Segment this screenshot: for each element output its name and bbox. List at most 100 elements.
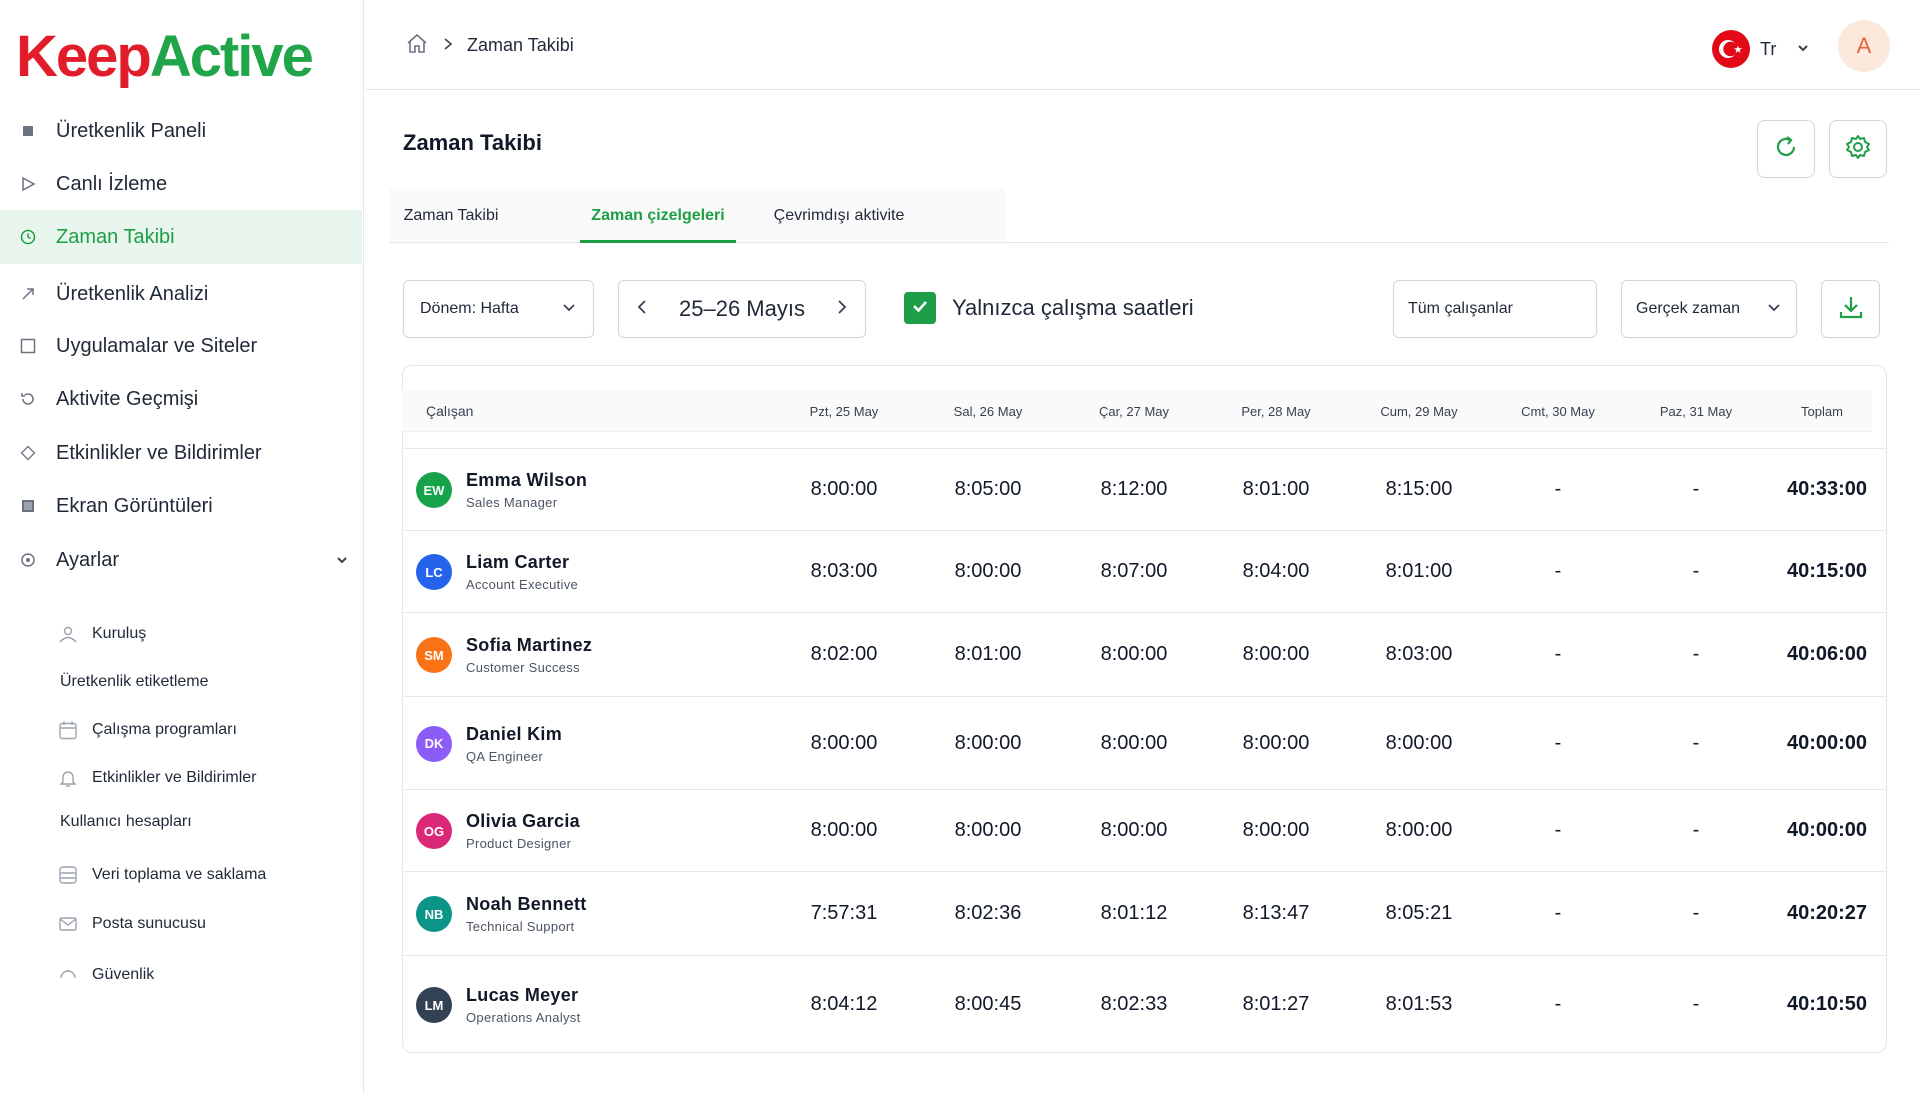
column-header-total: Toplam bbox=[1801, 403, 1843, 419]
day-duration-cell: 8:00:00 bbox=[810, 478, 878, 500]
sidebar-item-screenshots[interactable]: Ekran Görüntüleri bbox=[0, 480, 362, 532]
sidebar-item-apps-sites[interactable]: Uygulamalar ve Siteler bbox=[0, 320, 362, 372]
calendar-icon bbox=[58, 720, 92, 740]
table-row[interactable]: EW Emma Wilson Sales Manager 8:00:00 8:05:00… bbox=[402, 448, 1887, 530]
checkmark-icon bbox=[910, 296, 930, 321]
day-duration-cell: 8:03:00 bbox=[810, 560, 878, 582]
settings-sub-label: Üretkenlik etiketleme bbox=[60, 673, 209, 690]
tab-time-tracking[interactable]: Zaman Takibi bbox=[389, 188, 513, 244]
settings-button[interactable] bbox=[1829, 120, 1887, 178]
employee-cell: EW Emma Wilson Sales Manager bbox=[416, 449, 587, 531]
day-duration-cell: 8:01:27 bbox=[1242, 993, 1310, 1015]
settings-sub-mail-server[interactable]: Posta sunucusu bbox=[58, 906, 206, 942]
settings-sub-user-accounts[interactable]: Kullanıcı hesapları bbox=[60, 804, 192, 840]
employee-role: Customer Success bbox=[466, 660, 580, 675]
time-mode-select[interactable]: Gerçek zaman bbox=[1621, 280, 1797, 338]
column-header-day: Cum, 29 May bbox=[1380, 403, 1458, 419]
previous-period-button[interactable] bbox=[635, 298, 649, 321]
sidebar-item-productivity-analysis[interactable]: Üretkenlik Analizi bbox=[0, 268, 362, 320]
refresh-button[interactable] bbox=[1757, 120, 1815, 178]
employee-name[interactable]: Sofia Martinez bbox=[466, 635, 592, 656]
table-row[interactable]: OG Olivia Garcia Product Designer 8:00:00 8:… bbox=[402, 789, 1887, 871]
day-duration-cell: 8:07:00 bbox=[1100, 560, 1168, 582]
next-period-button[interactable] bbox=[835, 298, 849, 321]
sidebar-item-live-monitoring[interactable]: Canlı İzleme bbox=[0, 158, 362, 210]
day-duration-cell: - bbox=[1554, 902, 1562, 924]
breadcrumb-current: Zaman Takibi bbox=[467, 35, 574, 55]
employee-info: Emma Wilson Sales Manager bbox=[466, 470, 587, 510]
day-duration-cell: 8:00:00 bbox=[1385, 731, 1453, 754]
day-duration-cell: - bbox=[1554, 731, 1562, 754]
settings-sub-label: Kullanıcı hesapları bbox=[60, 813, 192, 830]
employee-name[interactable]: Emma Wilson bbox=[466, 470, 587, 491]
employee-avatar: LC bbox=[416, 554, 452, 590]
employee-role: QA Engineer bbox=[466, 748, 544, 764]
sidebar-item-label: Ekran Görüntüleri bbox=[56, 494, 213, 517]
day-duration-cell: - bbox=[1554, 643, 1562, 665]
settings-sub-data-collection[interactable]: Veri toplama ve saklama bbox=[58, 857, 266, 893]
employee-name[interactable]: Olivia Garcia bbox=[466, 811, 580, 832]
sidebar-item-settings[interactable]: Ayarlar bbox=[0, 534, 362, 586]
download-icon bbox=[1837, 293, 1865, 326]
brand-logo-part2: Active bbox=[149, 24, 314, 89]
day-duration-cell: - bbox=[1692, 560, 1700, 582]
settings-sub-work-schedules[interactable]: Çalışma programları bbox=[58, 712, 237, 748]
tab-timesheets[interactable]: Zaman çizelgeleri bbox=[580, 188, 736, 244]
employee-name[interactable]: Liam Carter bbox=[466, 552, 578, 573]
employee-info: Daniel Kim QA Engineer bbox=[466, 724, 562, 764]
day-duration-cell: 8:00:00 bbox=[810, 731, 878, 754]
only-work-hours-label: Yalnızca çalışma saatleri bbox=[952, 295, 1194, 320]
only-work-hours-checkbox[interactable] bbox=[904, 292, 936, 324]
language-selector[interactable]: Tr bbox=[1712, 30, 1810, 68]
total-duration-cell: 40:20:27 bbox=[1786, 902, 1868, 924]
home-icon[interactable] bbox=[405, 32, 429, 59]
table-row[interactable]: DK Daniel Kim QA Engineer 8:00:00 8:00:00 8:0… bbox=[402, 696, 1887, 789]
sidebar: KeepActive Üretkenlik Paneli Canlı İzlem… bbox=[0, 0, 364, 1093]
sidebar-item-label: Zaman Takibi bbox=[56, 225, 175, 248]
employee-cell: DK Daniel Kim QA Engineer bbox=[416, 697, 562, 790]
settings-sub-organization[interactable]: Kuruluş bbox=[58, 616, 146, 652]
employee-role: Technical Support bbox=[466, 919, 575, 934]
user-avatar[interactable]: A bbox=[1838, 20, 1890, 72]
download-button[interactable] bbox=[1821, 280, 1880, 338]
tab-offline-activity[interactable]: Çevrimdışı aktivite bbox=[757, 188, 921, 244]
employee-avatar: SM bbox=[416, 637, 452, 673]
period-select[interactable]: Dönem: Hafta bbox=[403, 280, 594, 338]
table-row[interactable]: LC Liam Carter Account Executive 8:03:00 8:0… bbox=[402, 530, 1887, 612]
settings-sub-security[interactable]: Güvenlik bbox=[58, 957, 154, 993]
brand-logo[interactable]: KeepActive bbox=[16, 22, 314, 92]
day-duration-cell: 8:00:00 bbox=[1242, 819, 1310, 841]
day-duration-cell: 8:00:45 bbox=[954, 993, 1022, 1015]
organization-icon bbox=[58, 625, 92, 643]
history-icon bbox=[0, 391, 56, 407]
sidebar-item-events-notifications[interactable]: Etkinlikler ve Bildirimler bbox=[0, 427, 362, 479]
window-icon bbox=[0, 338, 56, 354]
sidebar-item-productivity-panel[interactable]: Üretkenlik Paneli bbox=[0, 105, 362, 157]
sidebar-item-activity-history[interactable]: Aktivite Geçmişi bbox=[0, 373, 362, 425]
clock-icon bbox=[0, 229, 56, 245]
table-row[interactable]: SM Sofia Martinez Customer Success 8:02:00 8… bbox=[402, 612, 1887, 696]
table-row[interactable]: LM Lucas Meyer Operations Analyst 8:04:12 8:… bbox=[402, 955, 1887, 1053]
table-header: Çalışan Pzt, 25 May Sal, 26 May Çar, 27 … bbox=[402, 390, 1872, 432]
settings-sub-productivity-labeling[interactable]: Üretkenlik etiketleme bbox=[60, 664, 209, 700]
employees-filter[interactable]: Tüm çalışanlar bbox=[1393, 280, 1597, 338]
employee-name[interactable]: Daniel Kim bbox=[466, 724, 562, 745]
total-duration-cell: 40:10:50 bbox=[1786, 993, 1868, 1015]
day-duration-cell: 8:00:00 bbox=[954, 731, 1022, 754]
sidebar-item-time-tracking[interactable]: Zaman Takibi bbox=[0, 210, 362, 264]
mail-icon bbox=[58, 915, 92, 933]
topbar: Zaman Takibi Tr A bbox=[365, 0, 1920, 90]
employee-info: Noah Bennett Technical Support bbox=[466, 894, 587, 934]
trend-arrow-icon bbox=[0, 287, 56, 301]
day-duration-cell: 8:00:00 bbox=[1242, 731, 1310, 754]
employee-name[interactable]: Lucas Meyer bbox=[466, 985, 581, 1006]
gear-icon bbox=[1844, 133, 1872, 166]
day-duration-cell: 8:00:00 bbox=[1100, 731, 1168, 754]
day-duration-cell: 8:00:00 bbox=[810, 819, 878, 841]
table-row[interactable]: NB Noah Bennett Technical Support 7:57:31 8:… bbox=[402, 871, 1887, 955]
day-duration-cell: 8:00:00 bbox=[1100, 819, 1168, 841]
employee-name[interactable]: Noah Bennett bbox=[466, 894, 587, 915]
settings-sub-events-notifications[interactable]: Etkinlikler ve Bildirimler bbox=[58, 760, 256, 796]
day-duration-cell: - bbox=[1554, 560, 1562, 582]
date-range-label: 25–26 Mayıs bbox=[679, 296, 805, 321]
